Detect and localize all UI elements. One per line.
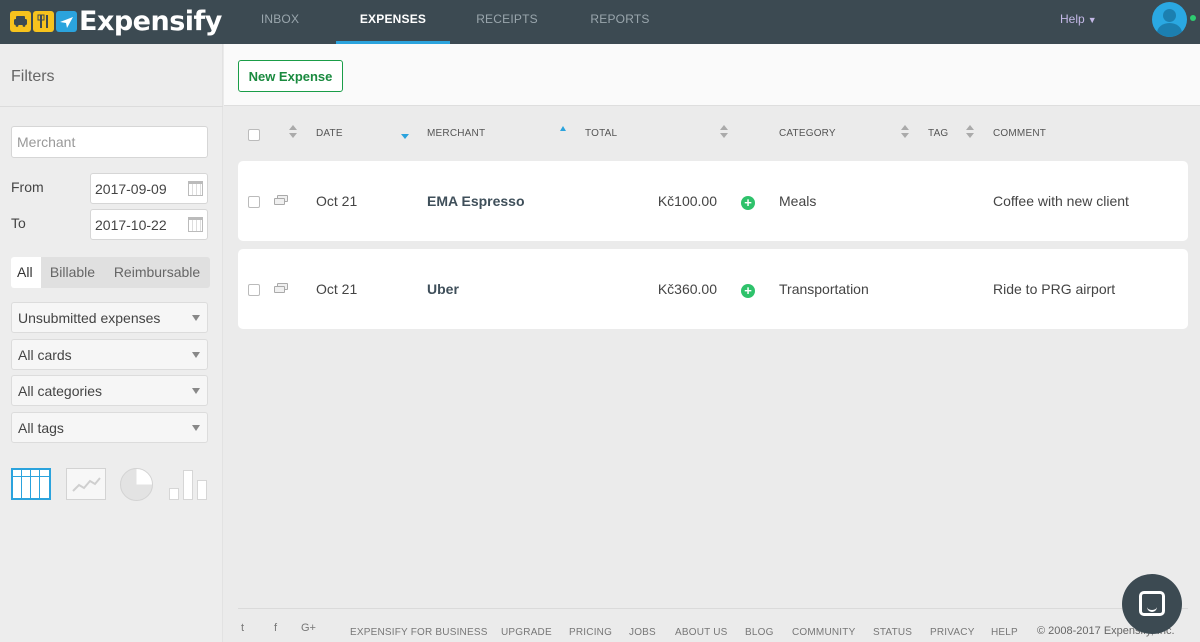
add-icon[interactable]: +: [741, 284, 755, 298]
new-expense-button[interactable]: New Expense: [238, 60, 343, 92]
from-label: From: [11, 179, 44, 195]
expense-total: Kč360.00: [657, 281, 717, 297]
fork-knife-icon: [33, 10, 54, 32]
expense-merchant: EMA Espresso: [427, 193, 525, 209]
help-menu[interactable]: Help ▼: [1060, 12, 1097, 26]
twitter-icon[interactable]: t: [241, 622, 244, 634]
chevron-down-icon: ▼: [1087, 15, 1097, 25]
avatar[interactable]: [1152, 2, 1187, 37]
row-checkbox[interactable]: [248, 196, 260, 208]
footer-link-blog[interactable]: BLOG: [745, 627, 774, 638]
expense-type-toggle: All Billable Reimbursable: [11, 257, 210, 288]
add-icon[interactable]: +: [741, 196, 755, 210]
sort-icon[interactable]: [901, 125, 909, 139]
footer-link-jobs[interactable]: JOBS: [629, 627, 656, 638]
tags-filter-value: All tags: [18, 420, 64, 436]
expense-row[interactable]: Oct 21 Uber Kč360.00 + Transportation Ri…: [238, 249, 1188, 329]
to-label: To: [11, 215, 26, 231]
expense-total: Kč100.00: [657, 193, 717, 209]
to-date-field[interactable]: 2017-10-22: [90, 209, 208, 240]
dropdown-arrow-icon: [192, 388, 200, 394]
footer-link-status[interactable]: STATUS: [873, 627, 912, 638]
calendar-icon[interactable]: [188, 217, 203, 232]
cash-icon: [274, 283, 289, 293]
pie-chart-icon[interactable]: [120, 468, 153, 501]
taxi-icon: [10, 10, 31, 32]
expense-table-header: DATE MERCHANT TOTAL CATEGORY TAG COMMENT: [238, 120, 1188, 148]
line-chart-icon[interactable]: [66, 468, 106, 500]
expense-merchant: Uber: [427, 281, 459, 297]
segment-all[interactable]: All: [11, 257, 41, 288]
categories-filter-dropdown[interactable]: All categories: [11, 375, 208, 406]
to-date-value: 2017-10-22: [95, 217, 167, 233]
column-total[interactable]: TOTAL: [585, 128, 617, 139]
categories-filter-value: All categories: [18, 383, 103, 399]
chat-support-button[interactable]: [1122, 574, 1182, 634]
status-filter-value: Unsubmitted expenses: [18, 310, 161, 326]
calendar-icon[interactable]: [188, 181, 203, 196]
footer-link-business[interactable]: EXPENSIFY FOR BUSINESS: [350, 627, 488, 638]
sort-descending-icon[interactable]: [401, 134, 409, 139]
status-filter-dropdown[interactable]: Unsubmitted expenses: [11, 302, 208, 333]
expense-row[interactable]: Oct 21 EMA Espresso Kč100.00 + Meals Cof…: [238, 161, 1188, 241]
footer-link-help[interactable]: HELP: [991, 627, 1018, 638]
expensify-logo[interactable]: Expensify: [10, 5, 222, 37]
facebook-icon[interactable]: f: [274, 622, 277, 634]
footer-link-community[interactable]: COMMUNITY: [792, 627, 855, 638]
filters-sidebar: Filters From 2017-09-09 To 2017-10-22 Al…: [0, 44, 223, 642]
page-footer: t f G+ EXPENSIFY FOR BUSINESS UPGRADE PR…: [238, 608, 1188, 642]
filters-title: Filters: [11, 68, 55, 85]
merchant-filter-input[interactable]: [11, 126, 208, 158]
top-navigation-bar: Expensify INBOX EXPENSES RECEIPTS REPORT…: [0, 0, 1200, 44]
from-date-value: 2017-09-09: [95, 181, 167, 197]
sort-icon[interactable]: [966, 125, 974, 139]
expense-category: Transportation: [779, 281, 869, 297]
sort-ascending-icon[interactable]: [560, 126, 566, 131]
expense-category: Meals: [779, 193, 817, 209]
expense-comment: Coffee with new client: [993, 193, 1129, 209]
tab-reports[interactable]: REPORTS: [578, 0, 662, 44]
column-category[interactable]: CATEGORY: [779, 128, 836, 139]
google-plus-icon[interactable]: G+: [301, 622, 316, 634]
chat-icon: [1139, 591, 1165, 616]
select-all-checkbox[interactable]: [248, 129, 260, 141]
logo-wordmark: Expensify: [79, 5, 222, 37]
cards-filter-dropdown[interactable]: All cards: [11, 339, 208, 370]
table-view-icon[interactable]: [11, 468, 51, 500]
footer-link-upgrade[interactable]: UPGRADE: [501, 627, 552, 638]
tags-filter-dropdown[interactable]: All tags: [11, 412, 208, 443]
plane-icon: [56, 10, 77, 32]
bar-chart-icon[interactable]: [169, 468, 209, 500]
dropdown-arrow-icon: [192, 352, 200, 358]
cards-filter-value: All cards: [18, 347, 72, 363]
sort-icon[interactable]: [289, 125, 297, 139]
cash-icon: [274, 195, 289, 205]
expense-date: Oct 21: [316, 281, 358, 297]
column-tag[interactable]: TAG: [928, 128, 948, 139]
column-date[interactable]: DATE: [316, 128, 343, 139]
footer-link-about[interactable]: ABOUT US: [675, 627, 728, 638]
online-status-dot: [1190, 15, 1196, 21]
expense-date: Oct 21: [316, 193, 358, 209]
footer-link-pricing[interactable]: PRICING: [569, 627, 612, 638]
dropdown-arrow-icon: [192, 315, 200, 321]
divider: [0, 106, 223, 107]
segment-billable[interactable]: Billable: [41, 257, 104, 288]
help-label: Help: [1060, 12, 1085, 26]
tab-expenses[interactable]: EXPENSES: [336, 0, 450, 44]
row-checkbox[interactable]: [248, 284, 260, 296]
from-date-field[interactable]: 2017-09-09: [90, 173, 208, 204]
expenses-toolbar: New Expense: [224, 44, 1200, 106]
dropdown-arrow-icon: [192, 425, 200, 431]
column-comment[interactable]: COMMENT: [993, 128, 1046, 139]
sort-icon[interactable]: [720, 125, 728, 139]
tab-receipts[interactable]: RECEIPTS: [462, 0, 552, 44]
tab-inbox[interactable]: INBOX: [240, 0, 320, 44]
expense-comment: Ride to PRG airport: [993, 281, 1116, 297]
column-merchant[interactable]: MERCHANT: [427, 128, 485, 139]
footer-link-privacy[interactable]: PRIVACY: [930, 627, 975, 638]
segment-reimbursable[interactable]: Reimbursable: [104, 257, 210, 288]
